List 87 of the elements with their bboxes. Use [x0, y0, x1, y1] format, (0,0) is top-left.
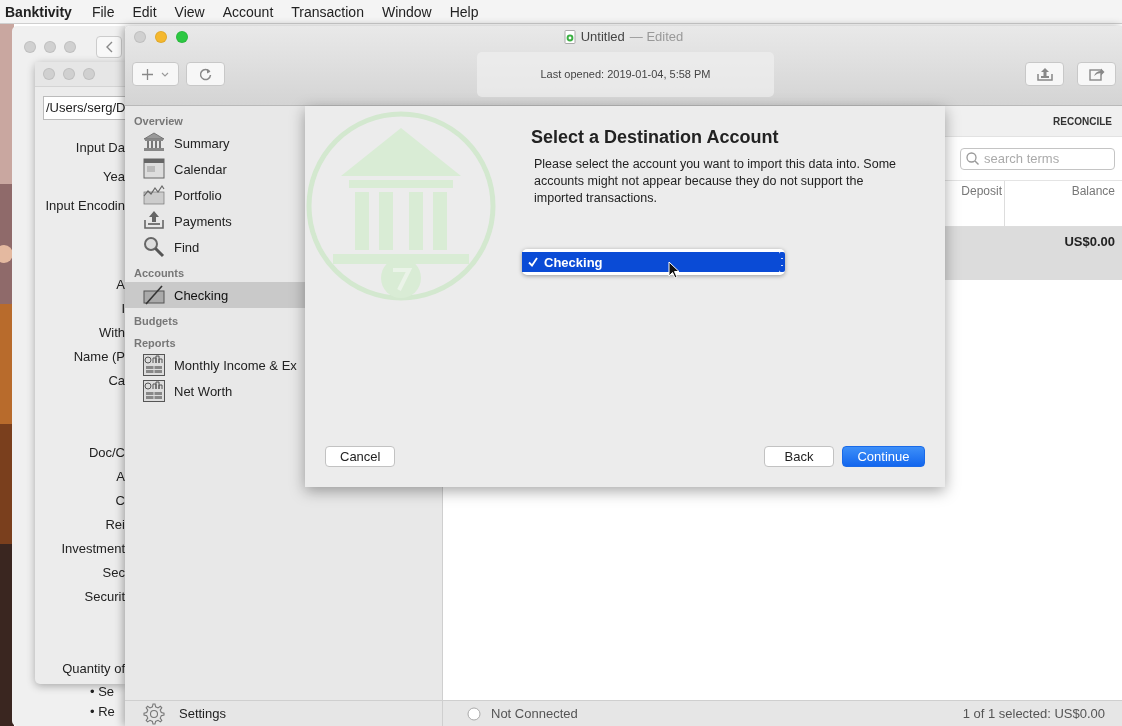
close-button[interactable] [24, 41, 36, 53]
caret-icon [161, 71, 169, 77]
report-icon [143, 354, 165, 376]
minimize-button[interactable] [155, 31, 167, 43]
sidebar-item[interactable]: Portfolio [125, 182, 442, 208]
app-menu[interactable]: Banktivity [5, 3, 72, 20]
report-icon [143, 380, 165, 402]
bank-icon [143, 132, 165, 154]
dialog-button[interactable]: Back [764, 446, 834, 467]
list-item: • Re [90, 703, 116, 721]
tray-upload-icon [143, 210, 165, 232]
path-field[interactable]: /Users/serg/D [43, 96, 125, 120]
connection-status: Not Connected [491, 706, 578, 721]
window-title: Untitled [580, 29, 625, 44]
menu-item[interactable]: Transaction [282, 3, 373, 20]
minimize-button[interactable] [63, 68, 75, 80]
share-button[interactable] [1077, 62, 1116, 86]
field-label: C [114, 492, 125, 510]
add-button[interactable] [132, 62, 179, 86]
section-heading: Accounts [133, 266, 186, 281]
search-icon [966, 151, 979, 165]
menu-item[interactable]: Account [213, 3, 283, 20]
field-label: I [120, 300, 125, 318]
status-display: Last opened: 2019-01-04, 5:58 PM [477, 51, 774, 97]
close-button[interactable] [43, 68, 55, 80]
refresh-icon [199, 67, 212, 81]
field-label: Ca [107, 372, 125, 390]
chevron-left-icon [105, 41, 113, 53]
search-icon [143, 236, 165, 258]
checkmark-icon [528, 257, 538, 267]
back-button[interactable] [96, 36, 122, 58]
dialog-button[interactable]: Cancel [325, 446, 395, 467]
sidebar-item[interactable]: Monthly Income & Ex [125, 352, 442, 378]
sidebar-item[interactable]: Net Worth [125, 378, 442, 404]
field-label: Securit [83, 588, 125, 606]
field-label: With [98, 324, 125, 342]
share-icon [1088, 67, 1105, 81]
field-label: Input Da [74, 139, 125, 157]
tray-upload-icon [1036, 67, 1053, 81]
field-label: Yea [102, 168, 125, 186]
refresh-button[interactable] [186, 62, 225, 86]
sidebar-item[interactable]: Summary [125, 130, 442, 156]
menu-item[interactable]: Edit [123, 3, 166, 20]
zoom-button[interactable] [83, 68, 95, 80]
field-label: Sec [101, 564, 125, 582]
field-label: A [115, 276, 125, 294]
search-field[interactable]: search terms [960, 147, 1115, 170]
upload-button[interactable] [1025, 62, 1064, 86]
dialog-button[interactable]: Continue [842, 446, 925, 467]
field-label: Doc/C [87, 444, 125, 462]
document-icon [563, 29, 576, 44]
balance-cell-text: US$0.00 [1064, 233, 1116, 251]
field-label: Input Encodin [44, 197, 125, 215]
settings-button[interactable]: Settings [143, 702, 226, 725]
dialog-title: Select a Destination Account [531, 127, 780, 148]
field-label: Rei [104, 516, 125, 534]
column-header[interactable]: Balance [1005, 181, 1122, 226]
menu-item[interactable]: View [165, 3, 214, 20]
connection-status-icon [467, 706, 481, 721]
list-item: • Se [90, 683, 116, 701]
field-label: Name (P [72, 348, 125, 366]
menu-option[interactable]: Checking [522, 252, 779, 272]
zoom-button[interactable] [176, 31, 188, 43]
menu-item[interactable]: Help [440, 3, 488, 20]
field-label: A [115, 468, 125, 486]
menu-item[interactable]: File [82, 3, 124, 20]
section-heading: Reports [133, 336, 177, 351]
settings-icon [143, 702, 165, 725]
zoom-button[interactable] [64, 41, 76, 53]
section-heading: Overview [133, 114, 184, 129]
dialog-message: Please select the account you want to import this data into. Some accounts might not appear because they do not support the imported transactions. [534, 156, 897, 207]
sidebar-item[interactable]: Find [125, 234, 442, 260]
field-label: Investment [60, 540, 125, 558]
edit-status: — Edited [629, 29, 684, 44]
section-heading: Budgets [133, 314, 179, 329]
minimize-button[interactable] [44, 41, 56, 53]
pencil-icon [143, 284, 165, 306]
plus-icon [142, 68, 153, 80]
chart-icon [143, 184, 165, 206]
field-label: Quantity of [61, 660, 125, 678]
calendar-icon [143, 158, 165, 180]
sidebar-item[interactable]: Payments [125, 208, 442, 234]
reconcile-button[interactable]: RECONCILE [1053, 115, 1112, 127]
close-button[interactable] [134, 31, 146, 43]
sidebar-item[interactable]: Calendar [125, 156, 442, 182]
selection-summary: 1 of 1 selected: US$0.00 [962, 706, 1105, 721]
menu-item[interactable]: Window [372, 3, 441, 20]
